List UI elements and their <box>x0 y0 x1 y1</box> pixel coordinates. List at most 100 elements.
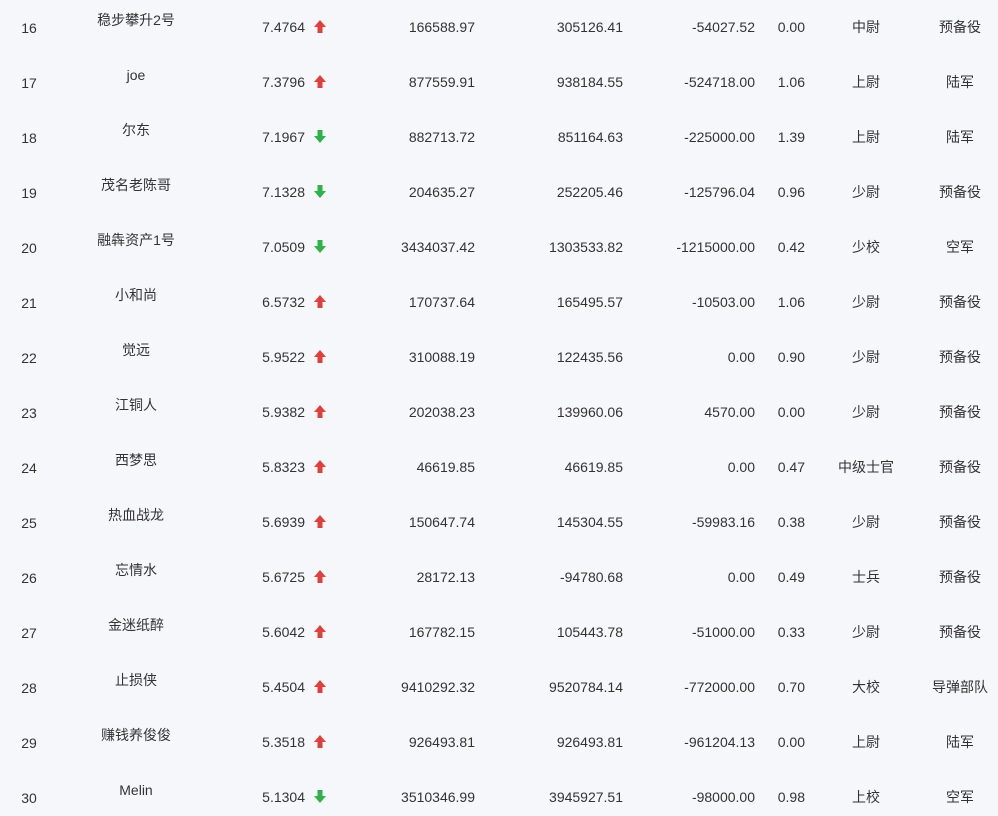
rank-cell: 22 <box>21 350 37 366</box>
table-row[interactable]: 25 热血战龙 5.6939 150647.74 145304.55 -59983.16 0… <box>0 495 998 550</box>
military-rank-cell: 中尉 <box>852 19 880 35</box>
rank-cell: 18 <box>21 130 37 146</box>
table-row[interactable]: 21 小和尚 6.5732 170737.64 165495.57 -10503.00 1.… <box>0 275 998 330</box>
pnl-cell: 0.00 <box>727 349 755 365</box>
military-rank-cell: 少尉 <box>852 514 880 530</box>
rank-cell: 21 <box>21 295 37 311</box>
score-cell: 5.9382 <box>262 404 305 420</box>
arrow-down-icon <box>313 239 329 255</box>
trader-name[interactable]: 江铜人 <box>76 395 196 415</box>
pnl-cell: 0.00 <box>727 459 755 475</box>
table-row[interactable]: 23 江铜人 5.9382 202038.23 139960.06 4570.00 0.00… <box>0 385 998 440</box>
military-rank-cell: 少尉 <box>852 624 880 640</box>
pnl-cell: 0.00 <box>727 569 755 585</box>
score-cell: 5.6939 <box>262 514 305 530</box>
table-row[interactable]: 16 稳步攀升2号 7.4764 166588.97 305126.41 -54027.5… <box>0 0 998 55</box>
military-rank-cell: 上尉 <box>852 734 880 750</box>
trader-name[interactable]: joe <box>76 65 196 85</box>
table-row[interactable]: 29 赚钱养俊俊 5.3518 926493.81 926493.81 -961204.1… <box>0 715 998 770</box>
branch-cell: 空军 <box>946 239 974 255</box>
military-rank-cell: 上尉 <box>852 129 880 145</box>
trader-name[interactable]: 稳步攀升2号 <box>76 10 196 30</box>
branch-cell: 预备役 <box>939 624 981 640</box>
table-row[interactable]: 19 茂名老陈哥 7.1328 204635.27 252205.46 -125796.0… <box>0 165 998 220</box>
asset-cell: 170737.64 <box>408 294 475 310</box>
rank-cell: 17 <box>21 75 37 91</box>
trader-name[interactable]: 止损侠 <box>76 670 196 690</box>
table-row[interactable]: 27 金迷纸醉 5.6042 167782.15 105443.78 -51000.00 0… <box>0 605 998 660</box>
military-rank-cell: 少校 <box>852 239 880 255</box>
equity-cell: 145304.55 <box>556 514 623 530</box>
asset-cell: 150647.74 <box>408 514 475 530</box>
pnl-cell: -225000.00 <box>684 129 755 145</box>
asset-cell: 202038.23 <box>408 404 475 420</box>
branch-cell: 预备役 <box>939 569 981 585</box>
pnl-cell: -961204.13 <box>684 734 755 750</box>
arrow-up-icon <box>313 294 329 310</box>
military-rank-cell: 少尉 <box>852 404 880 420</box>
score-cell: 5.9522 <box>262 349 305 365</box>
equity-cell: 9520784.14 <box>549 679 623 695</box>
trader-name[interactable]: 赚钱养俊俊 <box>76 725 196 745</box>
equity-cell: 139960.06 <box>556 404 623 420</box>
equity-cell: -94780.68 <box>559 569 623 585</box>
ratio-cell: 0.00 <box>777 404 805 420</box>
score-cell: 7.1328 <box>262 184 305 200</box>
rank-cell: 16 <box>21 20 37 36</box>
branch-cell: 空军 <box>946 789 974 805</box>
pnl-cell: -10503.00 <box>691 294 755 310</box>
equity-cell: 938184.55 <box>556 74 623 90</box>
trader-name[interactable]: 热血战龙 <box>76 505 196 525</box>
arrow-up-icon <box>313 679 329 695</box>
arrow-up-icon <box>313 514 329 530</box>
asset-cell: 166588.97 <box>408 19 475 35</box>
military-rank-cell: 上尉 <box>852 74 880 90</box>
table-row[interactable]: 22 觉远 5.9522 310088.19 122435.56 0.00 0.90 少尉 预备… <box>0 330 998 385</box>
rank-cell: 25 <box>21 515 37 531</box>
table-row[interactable]: 30 Melin 5.1304 3510346.99 3945927.51 -98000.… <box>0 770 998 816</box>
score-cell: 5.1304 <box>262 789 305 805</box>
trader-name[interactable]: 融犇资产1号 <box>76 230 196 250</box>
trader-name[interactable]: 觉远 <box>76 340 196 360</box>
trader-name[interactable]: 西梦思 <box>76 450 196 470</box>
table-row[interactable]: 24 西梦思 5.8323 46619.85 46619.85 0.00 0.47 中级士官 预… <box>0 440 998 495</box>
table-row[interactable]: 26 忘情水 5.6725 28172.13 -94780.68 0.00 0.49 士兵 预备… <box>0 550 998 605</box>
asset-cell: 3434037.42 <box>401 239 475 255</box>
trader-name[interactable]: 小和尚 <box>76 285 196 305</box>
table-row[interactable]: 20 融犇资产1号 7.0509 3434037.42 1303533.82 -12150… <box>0 220 998 275</box>
trader-name[interactable]: 金迷纸醉 <box>76 615 196 635</box>
military-rank-cell: 少尉 <box>852 294 880 310</box>
military-rank-cell: 士兵 <box>852 569 880 585</box>
rank-cell: 24 <box>21 460 37 476</box>
rank-cell: 26 <box>21 570 37 586</box>
pnl-cell: -98000.00 <box>691 789 755 805</box>
score-cell: 7.1967 <box>262 129 305 145</box>
ratio-cell: 0.47 <box>777 459 805 475</box>
asset-cell: 3510346.99 <box>401 789 475 805</box>
trader-name[interactable]: Melin <box>76 780 196 800</box>
trader-name[interactable]: 尔东 <box>76 120 196 140</box>
arrow-up-icon <box>313 349 329 365</box>
score-cell: 7.3796 <box>262 74 305 90</box>
arrow-up-icon <box>313 404 329 420</box>
ratio-cell: 0.98 <box>777 789 805 805</box>
branch-cell: 预备役 <box>939 514 981 530</box>
table-row[interactable]: 28 止损侠 5.4504 9410292.32 9520784.14 -772000.0… <box>0 660 998 715</box>
military-rank-cell: 上校 <box>852 789 880 805</box>
asset-cell: 28172.13 <box>416 569 475 585</box>
pnl-cell: 4570.00 <box>704 404 755 420</box>
table-row[interactable]: 18 尔东 7.1967 882713.72 851164.63 -225000.00 1.… <box>0 110 998 165</box>
equity-cell: 851164.63 <box>557 129 623 145</box>
branch-cell: 陆军 <box>946 129 974 145</box>
trader-name[interactable]: 茂名老陈哥 <box>76 175 196 195</box>
equity-cell: 926493.81 <box>556 734 623 750</box>
branch-cell: 预备役 <box>939 349 981 365</box>
trader-name[interactable]: 忘情水 <box>76 560 196 580</box>
ratio-cell: 1.39 <box>777 129 805 145</box>
score-cell: 5.6042 <box>262 624 305 640</box>
score-cell: 7.4764 <box>262 19 305 35</box>
table-row[interactable]: 17 joe 7.3796 877559.91 938184.55 -524718.00 1… <box>0 55 998 110</box>
branch-cell: 预备役 <box>939 294 981 310</box>
branch-cell: 陆军 <box>946 734 974 750</box>
military-rank-cell: 少尉 <box>852 349 880 365</box>
